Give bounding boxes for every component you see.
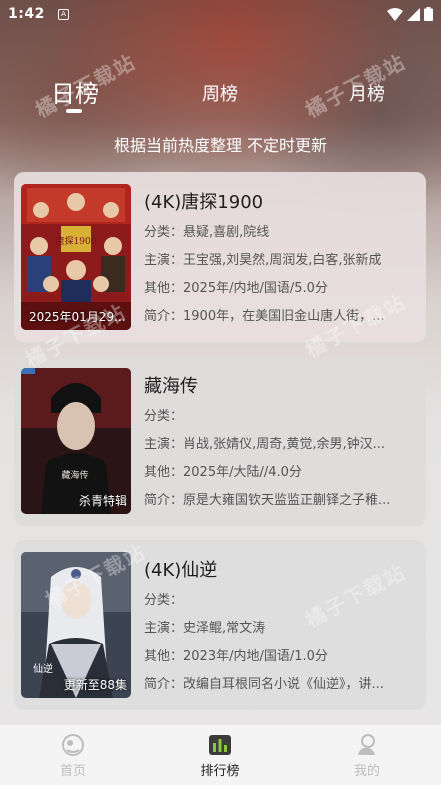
profile-icon [358,734,375,755]
poster-caption: 更新至88集 [63,678,127,692]
item-cast: 主演：肖战,张婧仪,周奇,黄觉,余男,钟汉... [144,437,386,452]
item-cast: 主演：王宝强,刘昊然,周润发,白客,张新成 [144,253,382,268]
item-category: 分类： [144,409,184,424]
tab-monthly[interactable]: 月榜 [337,80,397,106]
poster-image: 藏海传 杀青特辑 [21,368,131,514]
item-cast: 主演：史泽鲲,常文涛 [144,621,266,636]
item-other: 其他：2025年/大陆//4.0分 [144,465,302,480]
status-time: 1:42 [8,6,45,22]
nav-home[interactable]: 首页 [33,733,113,779]
list-item[interactable]: 仙逆 更新至88集 (4K)仙逆 分类： 主演：史泽鲲,常文涛 其他：2023年… [14,540,426,710]
tab-daily[interactable]: 日榜 [45,74,105,109]
poster-caption: 杀青特辑 [78,494,127,508]
nav-ranking[interactable]: 排行榜 [180,733,260,779]
item-title: (4K)仙逆 [144,560,218,581]
poster-image: 仙逆 更新至88集 [21,552,131,698]
nav-profile-label: 我的 [353,764,380,779]
active-tab-indicator [66,109,82,113]
poster-caption: 2025年01月29... [29,310,126,324]
poster-image: 唐探1900 2025年01月29... [21,184,131,330]
poster-title-text: 唐探1900 [56,235,97,247]
nav-ranking-label: 排行榜 [200,764,240,779]
ranking-subtitle: 根据当前热度整理 不定时更新 [113,136,328,155]
tab-weekly[interactable]: 周榜 [190,80,250,106]
item-summary: 简介：改编自耳根同名小说《仙逆》，讲... [144,677,384,692]
item-other: 其他：2023年/内地/国语/1.0分 [144,649,328,664]
ranking-icon [209,735,231,755]
item-summary: 简介：原是大雍国钦天监监正蒯铎之子稚... [144,493,391,508]
wifi-icon [387,7,403,21]
nav-profile[interactable]: 我的 [327,733,407,779]
item-other: 其他：2025年/内地/国语/5.0分 [144,281,328,296]
item-category: 分类： [144,593,184,608]
item-category: 分类：悬疑,喜剧,院线 [144,225,270,240]
status-icons [387,7,433,21]
item-summary: 简介：1900年，在美国旧金山唐人街，... [144,309,385,324]
list-item[interactable]: 藏海传 杀青特辑 藏海传 分类： 主演：肖战,张婧仪,周奇,黄觉,余男,钟汉..… [14,356,426,526]
poster-title-text: 仙逆 [33,662,53,675]
bottom-nav: 首页 排行榜 我的 [0,725,441,785]
battery-icon [424,7,433,21]
status-bar: 1:42 A [0,0,441,30]
notification-badge-icon: A [58,9,69,20]
signal-icon [407,7,420,21]
home-icon [62,734,84,756]
list-item[interactable]: 唐探1900 2025年01月29... (4K)唐探1900 分类：悬疑,喜剧… [14,172,426,342]
nav-home-label: 首页 [59,764,86,779]
item-title: (4K)唐探1900 [144,192,264,213]
poster-title-text: 藏海传 [61,469,88,481]
ranking-tabs: 日榜 周榜 月榜 [0,72,441,122]
item-title: 藏海传 [144,376,198,397]
